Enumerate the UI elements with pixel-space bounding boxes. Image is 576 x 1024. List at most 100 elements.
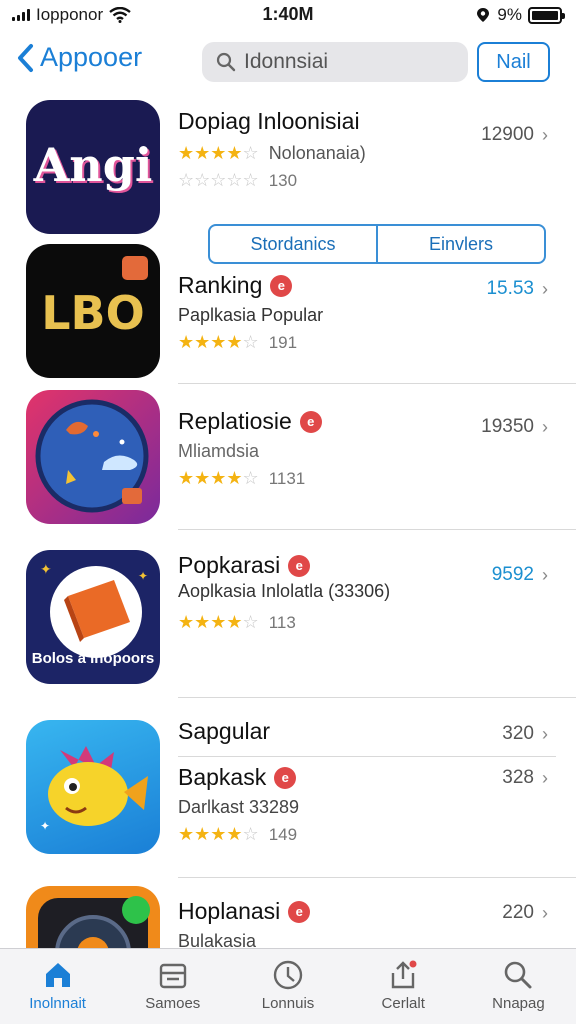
segment-stordanics[interactable]: Stordanics — [210, 226, 376, 262]
app-row-6[interactable]: Hoplanasi e Bulakasia — [178, 898, 311, 948]
tab-home[interactable]: Inolnnait — [0, 949, 115, 1024]
tab-label: Cerlalt — [381, 995, 425, 1012]
star-rating: ★★★★☆ — [178, 468, 259, 488]
chevron-left-icon — [18, 43, 33, 72]
chevron-right-icon: › — [542, 416, 548, 437]
tab-lonnuis[interactable]: Lonnuis — [230, 949, 345, 1024]
app-subtitle: Paplkasia Popular — [178, 305, 324, 325]
star-rating: ★★★★☆ — [178, 332, 259, 352]
svg-text:✦: ✦ — [40, 819, 50, 833]
badge-icon: e — [299, 410, 322, 433]
star-rating: ★★★★☆ — [178, 143, 259, 163]
app-subtitle: Aoplkasia Inlolatla (33306) — [178, 581, 391, 601]
search-input[interactable] — [244, 50, 454, 74]
tab-nnapag[interactable]: Nnapag — [461, 949, 576, 1024]
tab-bar: Inolnnait Samoes Lonnuis Cerlalt Nnapag — [0, 948, 576, 1024]
badge-icon: e — [274, 766, 297, 789]
star-rating: ★★★★☆ — [178, 824, 259, 844]
search-icon — [505, 961, 532, 989]
app-name: Hoplanasi — [178, 898, 281, 924]
tab-label: Inolnnait — [29, 995, 86, 1012]
row-value-text: 220 — [502, 902, 534, 923]
camera-app-icon[interactable] — [26, 886, 160, 948]
row-value[interactable]: 320 › — [502, 723, 548, 745]
home-icon — [45, 963, 70, 987]
angi-logo-text: Angi — [33, 138, 153, 192]
row-value[interactable]: 19350 › — [481, 416, 548, 438]
tab-samoes[interactable]: Samoes — [115, 949, 230, 1024]
app-name-row: Hoplanasi e — [178, 898, 311, 925]
rating-count: 1131 — [268, 468, 306, 488]
app-row-2[interactable]: Ranking e Paplkasia Popular ★★★★☆ 191 — [178, 272, 323, 353]
divider — [178, 529, 576, 530]
angi-app-icon[interactable]: Angi — [26, 100, 160, 234]
rating-count: 113 — [268, 612, 296, 632]
segment-einvlers[interactable]: Einvlers — [376, 226, 544, 262]
navigation-bar: Appooer Nail — [0, 38, 576, 86]
book-logo-text: Bolos a Inopoors — [31, 650, 155, 667]
camera-icon — [38, 896, 150, 948]
book-app-icon[interactable]: ✦ ✦ Bolos a Inopoors — [26, 550, 160, 684]
battery-percent: 9% — [497, 5, 522, 24]
star-rating: ★★★★☆ — [178, 612, 259, 632]
app-name: Sapgular — [178, 718, 271, 744]
tab-label: Lonnuis — [261, 995, 315, 1012]
location-icon — [477, 8, 490, 22]
status-bar: Iopponor 1:40M 9% — [0, 0, 576, 30]
chevron-right-icon: › — [542, 124, 548, 145]
app-row-5-detail[interactable]: Bapkask e Darlkast 33289 ★★★★☆ 149 — [178, 764, 299, 845]
svg-text:✦: ✦ — [40, 561, 52, 577]
tab-cerlalt[interactable]: Cerlalt — [346, 949, 461, 1024]
back-button[interactable]: Appooer — [16, 42, 142, 73]
row-value[interactable]: 220 › — [502, 902, 548, 924]
row-value-text: 12900 — [481, 124, 534, 145]
lbo-logo-text: LBO — [41, 286, 145, 340]
app-name: Bapkask — [178, 764, 267, 790]
app-row-1[interactable]: Dopiag Inloonisiai ★★★★☆ Nolonanaia) ☆☆☆… — [178, 108, 366, 191]
badge-icon: e — [288, 900, 311, 923]
app-subtitle: Darlkast 33289 — [178, 797, 300, 817]
rating-count: 191 — [268, 332, 298, 352]
clock-icon — [273, 960, 303, 990]
app-row-4[interactable]: Popkarasi e Aoplkasia Inlolatla (33306) … — [178, 552, 390, 633]
rating-row: ★★★★☆ 113 — [178, 612, 390, 633]
badge-icon — [122, 256, 148, 280]
fish-icon: ✦ — [40, 746, 148, 833]
app-name-row: Bapkask e — [178, 764, 299, 791]
chevron-right-icon: › — [542, 902, 548, 923]
row-value-text: 328 — [502, 767, 534, 788]
svg-text:✦: ✦ — [138, 569, 148, 583]
row-value[interactable]: 12900 › — [481, 124, 548, 146]
chevron-right-icon: › — [542, 564, 548, 585]
globe-app-icon[interactable] — [26, 390, 160, 524]
rating-row: ★★★★☆ 1131 — [178, 468, 322, 489]
app-subtitle: Nolonanaia) — [268, 143, 366, 163]
app-name: Ranking — [178, 272, 263, 298]
row-value-text: 320 — [502, 723, 534, 744]
fish-app-icon[interactable]: ✦ — [26, 720, 160, 854]
search-box[interactable] — [202, 42, 468, 82]
app-name: Dopiag Inloonisiai — [178, 108, 360, 134]
row-value-text: 9592 — [491, 564, 534, 585]
app-name: Popkarasi — [178, 552, 281, 578]
lbo-app-icon[interactable]: LBO — [26, 244, 160, 378]
app-row-5[interactable]: Sapgular — [178, 718, 270, 745]
star-rating: ☆☆☆☆☆ — [178, 170, 259, 190]
row-value[interactable]: 15.53 › — [486, 278, 548, 300]
upload-icon — [392, 960, 417, 989]
tab-label: Samoes — [145, 995, 201, 1012]
chevron-right-icon: › — [542, 767, 548, 788]
row-value[interactable]: 328 › — [502, 767, 548, 789]
battery-icon — [528, 6, 565, 24]
tab-label: Nnapag — [492, 995, 545, 1012]
chevron-right-icon: › — [542, 723, 548, 744]
divider — [178, 383, 576, 384]
divider — [178, 877, 576, 878]
rating-row: ★★★★☆ 149 — [178, 824, 299, 845]
app-row-3[interactable]: Replatiosie e Mliamdsia ★★★★☆ 1131 — [178, 408, 322, 489]
nav-right-button[interactable]: Nail — [477, 42, 550, 82]
divider — [178, 756, 556, 757]
row-value[interactable]: 9592 › — [492, 564, 548, 586]
app-subtitle: Bulakasia — [178, 931, 257, 948]
row-value-text: 15.53 — [486, 278, 534, 299]
